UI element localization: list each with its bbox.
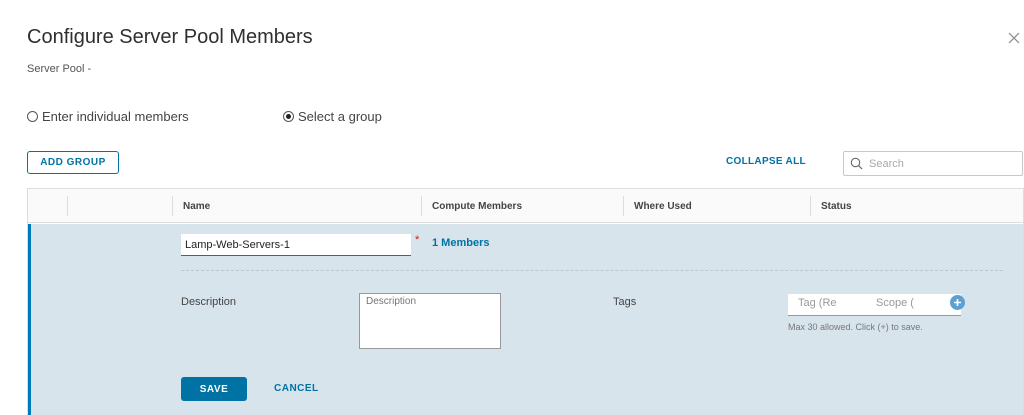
row-divider — [181, 270, 1003, 271]
group-name-input[interactable] — [181, 234, 411, 256]
compute-members-link[interactable]: 1 Members — [432, 237, 489, 249]
group-edit-row: * 1 Members Description Tags Max 30 allo… — [28, 224, 1023, 415]
groups-grid: Name Compute Members Where Used Status *… — [27, 188, 1024, 415]
add-group-button[interactable]: ADD GROUP — [27, 151, 119, 174]
column-header-compute-members[interactable]: Compute Members — [432, 201, 522, 212]
close-icon[interactable] — [1006, 30, 1022, 46]
column-separator — [810, 196, 811, 216]
description-label: Description — [181, 296, 237, 308]
dialog-title: Configure Server Pool Members — [27, 26, 313, 48]
column-separator — [623, 196, 624, 216]
search-box[interactable] — [843, 151, 1023, 176]
search-icon — [850, 157, 863, 170]
plus-circle-icon[interactable] — [950, 295, 965, 310]
radio-label: Select a group — [298, 109, 382, 124]
radio-individual-members[interactable]: Enter individual members — [27, 109, 189, 124]
search-input[interactable] — [869, 157, 1009, 170]
radio-button-unchecked[interactable] — [27, 111, 38, 122]
tags-label: Tags — [613, 296, 637, 308]
collapse-all-link[interactable]: COLLAPSE ALL — [726, 156, 806, 167]
required-marker: * — [415, 234, 420, 246]
dialog-subtitle: Server Pool - — [27, 63, 92, 75]
tag-input[interactable] — [798, 297, 846, 309]
save-button[interactable]: SAVE — [181, 377, 247, 401]
column-header-name[interactable]: Name — [183, 201, 210, 212]
radio-select-group[interactable]: Select a group — [283, 109, 382, 124]
tags-help-text: Max 30 allowed. Click (+) to save. — [788, 322, 923, 332]
column-separator — [67, 196, 68, 216]
column-separator — [421, 196, 422, 216]
radio-button-checked[interactable] — [283, 111, 294, 122]
column-header-status[interactable]: Status — [821, 201, 852, 212]
cancel-button[interactable]: CANCEL — [274, 383, 319, 394]
column-header-where-used[interactable]: Where Used — [634, 201, 692, 212]
tag-entry — [788, 294, 961, 316]
description-textarea[interactable] — [359, 293, 501, 349]
grid-header: Name Compute Members Where Used Status — [28, 189, 1023, 223]
scope-input[interactable] — [876, 297, 946, 309]
column-separator — [172, 196, 173, 216]
radio-label: Enter individual members — [42, 109, 189, 124]
